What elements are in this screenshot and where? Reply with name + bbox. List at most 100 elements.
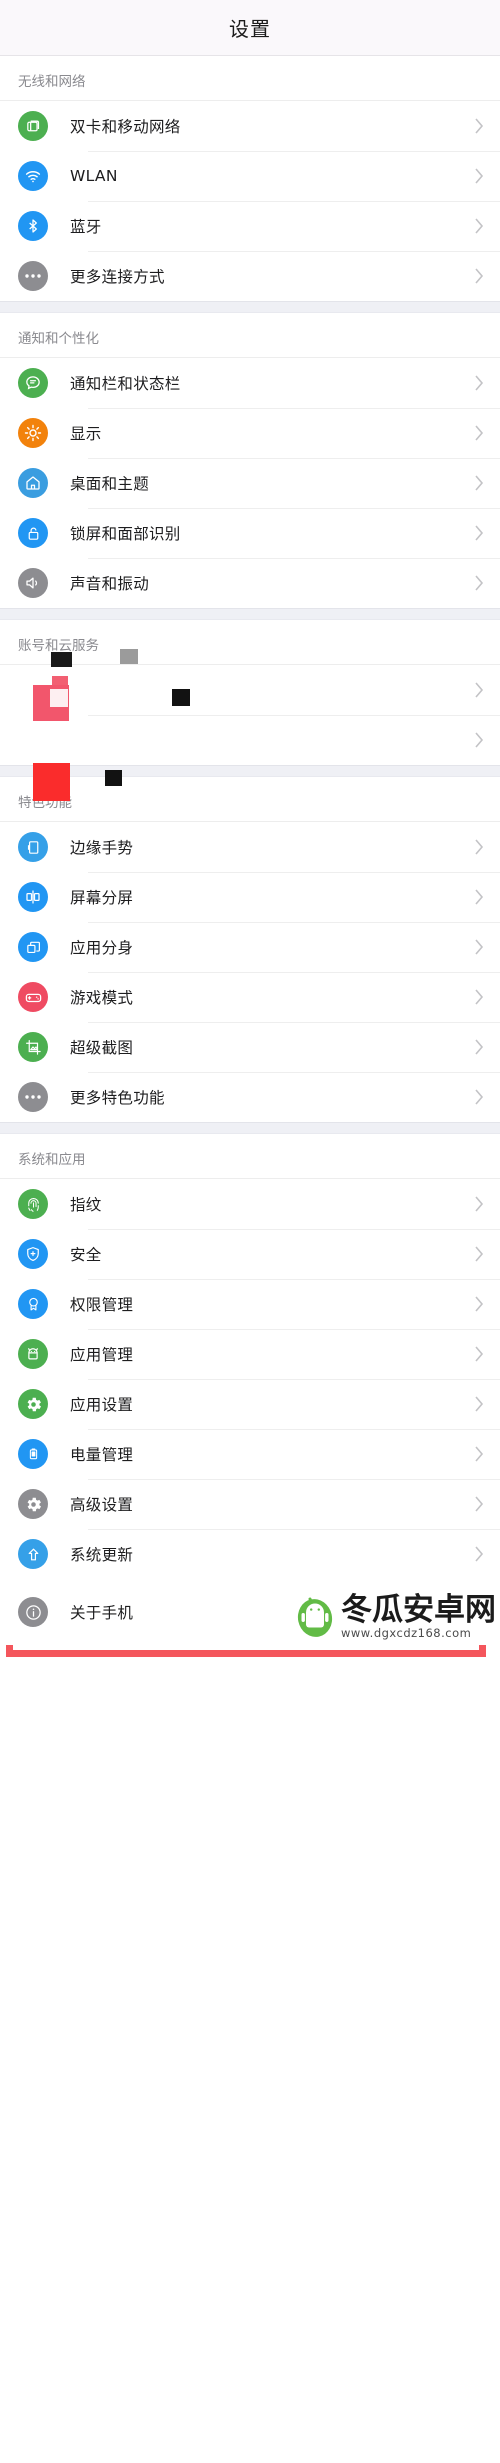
watermark-site-name: 冬瓜安卓网: [341, 1591, 496, 1628]
chevron-right-icon: [475, 168, 484, 184]
chevron-right-icon: [475, 1496, 484, 1512]
list-item-app-clone[interactable]: 应用分身: [0, 922, 500, 972]
about-phone-highlight-area: 关于手机 冬瓜安卓网 www.dgxcdz168.com: [0, 1579, 500, 1657]
chevron-right-icon: [475, 1446, 484, 1462]
redaction-block-gray-1: [120, 649, 138, 664]
chevron-right-icon: [475, 682, 484, 698]
redaction-block-dark-1: [51, 652, 72, 667]
arrow-up-icon: [18, 1539, 48, 1569]
list-item-notification-bar[interactable]: 通知栏和状态栏: [0, 358, 500, 408]
redaction-block-dark-2: [172, 689, 190, 706]
watermark-site-url: www.dgxcdz168.com: [341, 1625, 472, 1640]
section-divider: [0, 301, 500, 313]
list-item-label: 锁屏和面部识别: [70, 525, 181, 543]
list-item-label: 更多特色功能: [70, 1089, 165, 1107]
chevron-right-icon: [475, 375, 484, 391]
list-item-permission-manager[interactable]: 权限管理: [0, 1279, 500, 1329]
bluetooth-icon: [18, 211, 48, 241]
redaction-block-dark-3: [105, 770, 122, 786]
list-item-fingerprint[interactable]: 指纹: [0, 1179, 500, 1229]
chevron-right-icon: [475, 1296, 484, 1312]
section-list-notification: 通知栏和状态栏 显示 桌面和主题 锁屏和面部识别 声音和振动: [0, 358, 500, 608]
section-header-account: 账号和云服务: [0, 620, 500, 665]
section-divider: [0, 765, 500, 777]
list-item-label: 显示: [70, 425, 102, 443]
list-item-label: 更多连接方式: [70, 268, 165, 286]
screenshot-icon: [18, 1032, 48, 1062]
android-robot-icon: [18, 1339, 48, 1369]
fingerprint-icon: [18, 1189, 48, 1219]
badge-icon: [18, 1289, 48, 1319]
list-item-label: 系统更新: [70, 1546, 134, 1564]
section-divider: [0, 1122, 500, 1134]
list-item-wlan[interactable]: WLAN: [0, 151, 500, 201]
list-item-display[interactable]: 显示: [0, 408, 500, 458]
chevron-right-icon: [475, 1039, 484, 1055]
chevron-right-icon: [475, 575, 484, 591]
list-item-label: 应用设置: [70, 1396, 134, 1414]
section-divider: [0, 608, 500, 620]
section-header-features: 特色功能: [0, 777, 500, 822]
list-item-label: 蓝牙: [70, 218, 102, 236]
list-item-app-manager[interactable]: 应用管理: [0, 1329, 500, 1379]
chevron-right-icon: [475, 1346, 484, 1362]
chevron-right-icon: [475, 732, 484, 748]
list-item-label: 桌面和主题: [70, 475, 150, 493]
section-list-features: 边缘手势 屏幕分屏 应用分身 游戏模式 超级截图 更多特色功能: [0, 822, 500, 1122]
chevron-right-icon: [475, 939, 484, 955]
gear-icon: [18, 1389, 48, 1419]
list-item-label: 超级截图: [70, 1039, 134, 1057]
chevron-right-icon: [475, 268, 484, 284]
list-item-more-connections[interactable]: 更多连接方式: [0, 251, 500, 301]
list-item-label: 双卡和移动网络: [70, 118, 181, 136]
list-item-more-features[interactable]: 更多特色功能: [0, 1072, 500, 1122]
list-item-label: 边缘手势: [70, 839, 134, 857]
wifi-icon: [18, 161, 48, 191]
edge-gesture-icon: [18, 832, 48, 862]
list-item-label: 声音和振动: [70, 575, 150, 593]
list-item-battery-manager[interactable]: 电量管理: [0, 1429, 500, 1479]
chevron-right-icon: [475, 1196, 484, 1212]
split-screen-icon: [18, 882, 48, 912]
list-item-split-screen[interactable]: 屏幕分屏: [0, 872, 500, 922]
section-header-wireless: 无线和网络: [0, 56, 500, 101]
list-item-sound-vibration[interactable]: 声音和振动: [0, 558, 500, 608]
list-item-label: 安全: [70, 1246, 102, 1264]
more-dots-icon: [18, 1082, 48, 1112]
list-item-lockscreen-face[interactable]: 锁屏和面部识别: [0, 508, 500, 558]
chevron-right-icon: [475, 425, 484, 441]
chevron-right-icon: [475, 1546, 484, 1562]
chevron-right-icon: [475, 1089, 484, 1105]
section-list-wireless: 双卡和移动网络 WLAN 蓝牙 更多连接方式: [0, 101, 500, 301]
home-icon: [18, 468, 48, 498]
list-item-advanced-settings[interactable]: 高级设置: [0, 1479, 500, 1529]
info-icon: [18, 1597, 48, 1627]
section-list-system: 指纹 安全 权限管理 应用管理 应用设置 电量管理 高级设置 系统更新: [0, 1179, 500, 1579]
list-item-dual-sim[interactable]: 双卡和移动网络: [0, 101, 500, 151]
redaction-block-white-1: [50, 689, 68, 707]
list-item-label: 通知栏和状态栏: [70, 375, 181, 393]
list-item-desktop-theme[interactable]: 桌面和主题: [0, 458, 500, 508]
more-dots-icon: [18, 261, 48, 291]
titlebar: 设置: [0, 0, 500, 56]
chevron-right-icon: [475, 1396, 484, 1412]
list-item-system-update[interactable]: 系统更新: [0, 1529, 500, 1579]
site-watermark: 冬瓜安卓网 www.dgxcdz168.com: [295, 1591, 496, 1640]
list-item-cloud-redacted[interactable]: [0, 715, 500, 765]
list-item-game-mode[interactable]: 游戏模式: [0, 972, 500, 1022]
list-item-bluetooth[interactable]: 蓝牙: [0, 201, 500, 251]
brightness-sun-icon: [18, 418, 48, 448]
shield-icon: [18, 1239, 48, 1269]
list-item-security[interactable]: 安全: [0, 1229, 500, 1279]
list-item-label: 高级设置: [70, 1496, 134, 1514]
list-item-label: 指纹: [70, 1196, 102, 1214]
watermark-text-block: 冬瓜安卓网 www.dgxcdz168.com: [341, 1591, 496, 1640]
chevron-right-icon: [475, 839, 484, 855]
list-item-account-redacted[interactable]: [0, 665, 500, 715]
section-header-notification: 通知和个性化: [0, 313, 500, 358]
list-item-app-settings[interactable]: 应用设置: [0, 1379, 500, 1429]
list-item-edge-gesture[interactable]: 边缘手势: [0, 822, 500, 872]
gamepad-icon: [18, 982, 48, 1012]
list-item-label: 应用管理: [70, 1346, 134, 1364]
list-item-super-screenshot[interactable]: 超级截图: [0, 1022, 500, 1072]
